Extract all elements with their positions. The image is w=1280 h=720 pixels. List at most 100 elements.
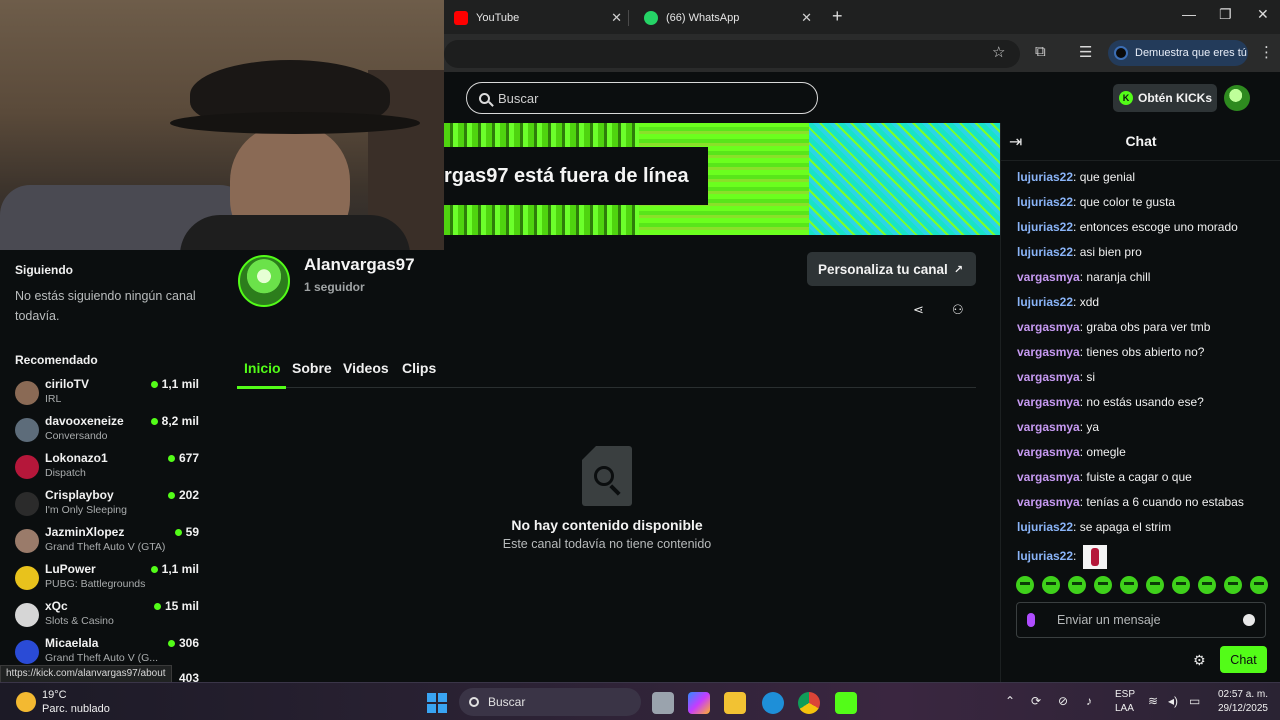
emote-icon[interactable]: [1250, 576, 1268, 594]
emote-icon[interactable]: [1172, 576, 1190, 594]
profile-button[interactable]: Demuestra que eres tú: [1108, 40, 1248, 66]
wifi-icon[interactable]: ≋: [1148, 694, 1158, 708]
chrome-icon[interactable]: [798, 692, 820, 714]
minimize-icon[interactable]: —: [1182, 6, 1196, 22]
file-explorer-icon[interactable]: [724, 692, 746, 714]
emote-icon[interactable]: [1068, 576, 1086, 594]
channel-avatar[interactable]: [238, 255, 290, 307]
get-kicks-label: Obtén KICKs: [1138, 91, 1213, 105]
chat-username[interactable]: vargasmya: [1017, 320, 1080, 334]
maximize-icon[interactable]: ❐: [1219, 6, 1232, 23]
avatar: [15, 566, 39, 590]
chat-username[interactable]: vargasmya: [1017, 470, 1080, 484]
avatar: [15, 455, 39, 479]
chat-text: si: [1086, 370, 1096, 384]
chat-username[interactable]: lujurias22: [1017, 549, 1073, 563]
following-note: No estás siguiendo ningún canal todavía.: [15, 289, 196, 323]
close-icon[interactable]: ✕: [801, 10, 812, 26]
taskbar-search[interactable]: Buscar: [459, 688, 641, 716]
add-user-icon[interactable]: ⚇: [952, 302, 964, 318]
clock-time[interactable]: 02:57 a. m.: [1214, 689, 1268, 700]
close-icon[interactable]: ✕: [611, 10, 622, 26]
personalize-channel-button[interactable]: Personaliza tu canal ↗: [807, 252, 976, 286]
sync-icon[interactable]: ⟳: [1031, 694, 1041, 708]
share-icon[interactable]: ⋖: [913, 302, 924, 318]
channel-category: IRL: [45, 393, 62, 405]
chat-username[interactable]: vargasmya: [1017, 270, 1080, 284]
viewer-count: 1,1 mil: [150, 377, 199, 391]
chat-username[interactable]: vargasmya: [1017, 495, 1080, 509]
extensions-icon[interactable]: ⧉: [1035, 43, 1046, 60]
profile-label: Demuestra que eres tú: [1135, 47, 1247, 59]
tab-youtube[interactable]: YouTube ✕: [444, 4, 632, 32]
channel-name: xQc: [45, 599, 68, 613]
copilot-icon[interactable]: [688, 692, 710, 714]
send-chat-button[interactable]: Chat: [1220, 646, 1267, 673]
reading-list-icon[interactable]: ☰: [1079, 43, 1092, 61]
chat-username[interactable]: vargasmya: [1017, 445, 1080, 459]
emote-icon[interactable]: [1042, 576, 1060, 594]
list-item[interactable]: davooxeneize Conversando 8,2 mil: [15, 414, 205, 448]
clock-date[interactable]: 29/12/2025: [1206, 703, 1268, 714]
tab-inicio[interactable]: Inicio: [244, 360, 281, 376]
user-avatar[interactable]: [1224, 85, 1250, 111]
tab-whatsapp[interactable]: (66) WhatsApp ✕: [634, 4, 822, 32]
emote-icon[interactable]: [1094, 576, 1112, 594]
microphone-icon[interactable]: [1027, 613, 1035, 627]
tab-sobre[interactable]: Sobre: [292, 360, 332, 376]
live-indicator: [153, 602, 161, 610]
volume-icon[interactable]: ◂): [1168, 694, 1178, 708]
get-kicks-button[interactable]: K Obtén KICKs: [1113, 84, 1217, 112]
emoji-icon[interactable]: [1243, 614, 1255, 626]
emote-icon[interactable]: [1120, 576, 1138, 594]
avatar: [15, 381, 39, 405]
window-close-icon[interactable]: ✕: [1257, 6, 1269, 23]
task-view-icon[interactable]: [652, 692, 674, 714]
list-item[interactable]: Crisplayboy I'm Only Sleeping 202: [15, 488, 205, 522]
list-item[interactable]: xQc Slots & Casino 15 mil: [15, 599, 205, 633]
chat-username[interactable]: lujurias22: [1017, 195, 1073, 209]
no-camera-icon[interactable]: ⊘: [1058, 694, 1068, 708]
chevron-up-icon[interactable]: ⌃: [1005, 694, 1015, 708]
windows-taskbar: 19°C Parc. nublado Buscar ⌃ ⟳ ⊘ ♪ ESP LA…: [0, 682, 1280, 720]
list-item[interactable]: LuPower PUBG: Battlegrounds 1,1 mil: [15, 562, 205, 596]
list-item[interactable]: ciriloTV IRL 1,1 mil: [15, 377, 205, 411]
chat-message: lujurias22: que genial: [1017, 170, 1136, 184]
new-tab-button[interactable]: +: [832, 6, 843, 27]
live-indicator: [150, 417, 158, 425]
chat-username[interactable]: lujurias22: [1017, 520, 1073, 534]
weather-description: Parc. nublado: [42, 703, 110, 715]
emote-icon[interactable]: [1224, 576, 1242, 594]
battery-icon[interactable]: ▭: [1189, 694, 1200, 708]
kick-app-icon[interactable]: [835, 692, 857, 714]
chat-username[interactable]: lujurias22: [1017, 295, 1073, 309]
chat-username[interactable]: lujurias22: [1017, 170, 1073, 184]
chat-username[interactable]: vargasmya: [1017, 345, 1080, 359]
list-item[interactable]: Lokonazo1 Dispatch 677: [15, 451, 205, 485]
search-input[interactable]: Buscar: [466, 82, 818, 114]
address-bar[interactable]: [444, 40, 1020, 68]
weather-icon[interactable]: [16, 692, 36, 712]
chat-username[interactable]: vargasmya: [1017, 420, 1080, 434]
chat-text: no estás usando ese?: [1086, 395, 1204, 409]
viewer-count: 15 mil: [153, 599, 199, 613]
chat-username[interactable]: lujurias22: [1017, 245, 1073, 259]
chat-username[interactable]: vargasmya: [1017, 370, 1080, 384]
bookmark-star-icon[interactable]: ☆: [992, 43, 1005, 61]
emote-icon[interactable]: [1016, 576, 1034, 594]
chat-username[interactable]: lujurias22: [1017, 220, 1073, 234]
language-code[interactable]: ESP: [1115, 689, 1135, 700]
list-item[interactable]: JazminXlopez Grand Theft Auto V (GTA) 59: [15, 525, 205, 559]
keyboard-layout[interactable]: LAA: [1115, 703, 1134, 714]
tab-clips[interactable]: Clips: [402, 360, 436, 376]
tab-videos[interactable]: Videos: [343, 360, 389, 376]
gear-icon[interactable]: ⚙: [1193, 652, 1206, 669]
chat-input[interactable]: Enviar un mensaje: [1016, 602, 1266, 638]
emote-icon[interactable]: [1198, 576, 1216, 594]
microphone-tray-icon[interactable]: ♪: [1086, 694, 1092, 708]
chat-username[interactable]: vargasmya: [1017, 395, 1080, 409]
emote-icon[interactable]: [1146, 576, 1164, 594]
start-button[interactable]: [427, 693, 447, 713]
browser-menu-icon[interactable]: ⋮: [1259, 43, 1274, 61]
edge-icon[interactable]: [762, 692, 784, 714]
